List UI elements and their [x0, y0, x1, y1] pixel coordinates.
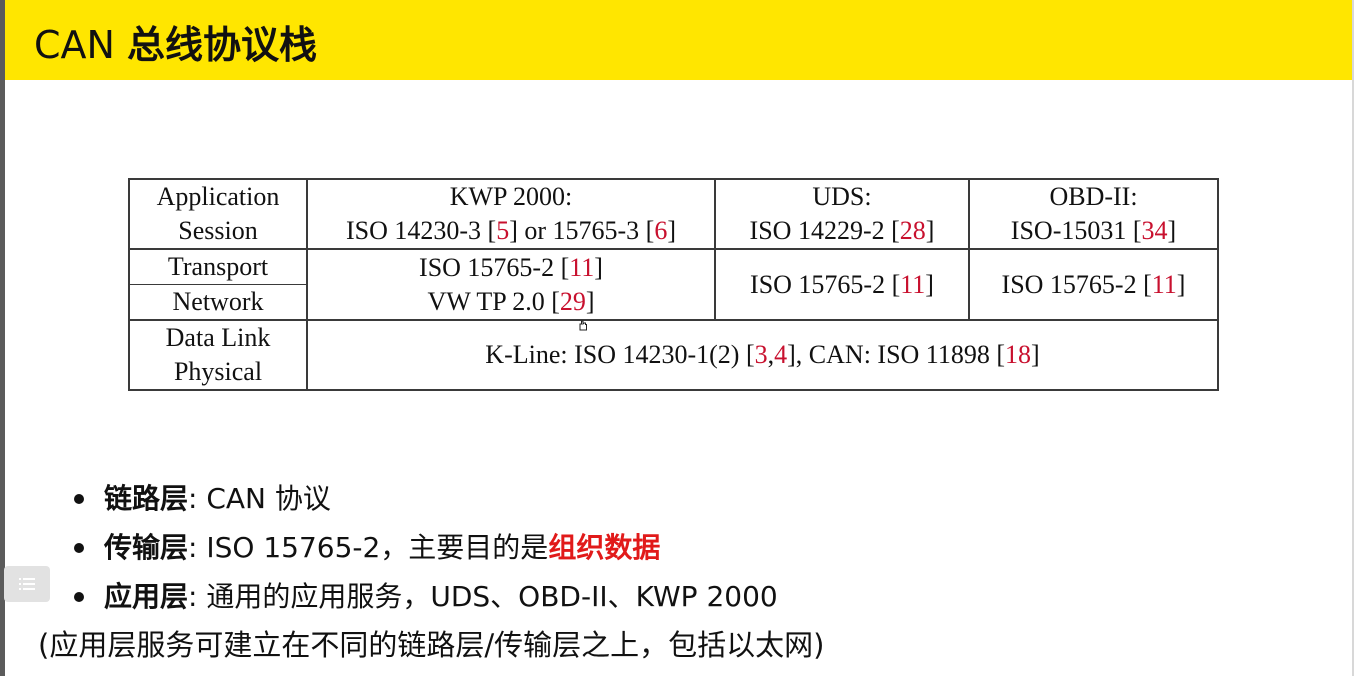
transport-kwp-line-2: VW TP 2.0 [29]	[308, 285, 714, 319]
bullet-list: 链路层: CAN 协议 传输层: ISO 15765-2，主要目的是 组织数据 应…	[74, 474, 778, 621]
transport-obd-text: ISO 15765-2 [	[1001, 269, 1152, 299]
transport-kwp-cell: ISO 15765-2 [11] VW TP 2.0 [29]	[306, 248, 716, 321]
datalink-text: ], CAN: ISO 11898 [	[787, 340, 1006, 369]
bullet-dot	[74, 493, 84, 504]
kwp-standard: ISO 14230-3 [5] or 15765-3 [6]	[308, 214, 714, 248]
list-icon	[19, 578, 35, 590]
transport-obd-text: ]	[1176, 269, 1186, 299]
bullet-dot	[74, 542, 84, 553]
citation-link[interactable]: 3	[755, 340, 768, 369]
layer-label-data-link: Data Link	[165, 323, 271, 352]
citation-link[interactable]: 29	[560, 287, 586, 316]
transport-kwp-text: ISO 15765-2 [	[419, 252, 570, 282]
kwp-cell: KWP 2000: ISO 14230-3 [5] or 15765-3 [6]	[306, 178, 716, 250]
bullet-dot	[74, 591, 84, 602]
transport-uds-text: ISO 15765-2 [	[750, 269, 901, 299]
obd-standard-text: ]	[1167, 216, 1177, 245]
transport-kwp-text: VW TP 2.0 [	[427, 286, 560, 316]
bullet-term: 传输层	[104, 530, 189, 564]
footnote: (应用层服务可建立在不同的链路层/传输层之上，包括以太网)	[38, 628, 825, 662]
citation-link[interactable]: 34	[1142, 216, 1168, 245]
obd-standard: ISO-15031 [34]	[970, 214, 1217, 248]
list-item: 应用层: 通用的应用服务，UDS、OBD-II、KWP 2000	[74, 572, 778, 621]
uds-standard: ISO 14229-2 [28]	[716, 214, 968, 248]
uds-header: UDS:	[812, 182, 872, 211]
hand-cursor-icon	[579, 320, 587, 331]
datalink-cell: K-Line: ISO 14230-1(2) [3,4], CAN: ISO 1…	[306, 319, 1219, 391]
transport-obd-cell: ISO 15765-2 [11]	[968, 248, 1219, 321]
layer-cell-datalink-physical: Data Link Physical	[128, 319, 308, 391]
citation-link[interactable]: 11	[1152, 270, 1177, 299]
layer-label-session: Session	[178, 216, 258, 245]
page-title-chinese: 总线协议栈	[127, 23, 318, 67]
page-title: CAN 总线协议栈	[34, 22, 317, 68]
obd-standard-text: ISO-15031 [	[1010, 216, 1142, 245]
uds-standard-text: ISO 14229-2 [	[749, 216, 900, 245]
citation-link[interactable]: 11	[900, 270, 925, 299]
layer-cell-network: Network	[128, 284, 308, 321]
bullet-term: 链路层	[104, 481, 189, 515]
citation-link[interactable]: 6	[654, 216, 667, 245]
layer-label-application: Application	[156, 182, 280, 211]
bullet-highlight: 组织数据	[548, 530, 661, 564]
transport-kwp-text: ]	[585, 286, 595, 316]
kwp-standard-text: ] or 15765-3 [	[509, 216, 655, 245]
kwp-standard-text: ]	[667, 216, 677, 245]
citation-link[interactable]: 11	[569, 253, 594, 282]
layer-label-transport: Transport	[167, 252, 269, 281]
protocol-stack-table: Application Session KWP 2000: ISO 14230-…	[128, 178, 1219, 391]
kwp-standard-text: ISO 14230-3 [	[345, 216, 497, 245]
bullet-text: : ISO 15765-2，主要目的是	[188, 530, 549, 564]
bullet-term: 应用层	[104, 579, 189, 613]
list-item: 链路层: CAN 协议	[74, 474, 778, 523]
list-item: 传输层: ISO 15765-2，主要目的是 组织数据	[74, 523, 778, 572]
layer-label-physical: Physical	[173, 357, 263, 386]
layer-cell-application-session: Application Session	[128, 178, 308, 250]
citation-link[interactable]: 18	[1005, 340, 1031, 369]
obd-header: OBD-II:	[1049, 182, 1138, 211]
page-title-latin: CAN	[34, 23, 128, 67]
bullet-text: : CAN 协议	[188, 481, 331, 515]
citation-link[interactable]: 5	[496, 216, 509, 245]
transport-kwp-text: ]	[594, 252, 603, 282]
layer-cell-transport: Transport	[128, 248, 308, 285]
transport-uds-cell: ISO 15765-2 [11]	[714, 248, 970, 321]
citation-link[interactable]: 4	[774, 340, 787, 369]
outline-toggle-button[interactable]	[4, 566, 50, 602]
uds-cell: UDS: ISO 14229-2 [28]	[714, 178, 970, 250]
citation-link[interactable]: 28	[900, 216, 926, 245]
uds-standard-text: ]	[925, 216, 935, 245]
bullet-text: : 通用的应用服务，UDS、OBD-II、KWP 2000	[188, 579, 778, 613]
datalink-text: ]	[1031, 340, 1040, 369]
obd-cell: OBD-II: ISO-15031 [34]	[968, 178, 1219, 250]
datalink-text: K-Line: ISO 14230-1(2) [	[485, 340, 755, 369]
transport-uds-text: ]	[925, 269, 934, 299]
transport-kwp-line-1: ISO 15765-2 [11]	[308, 251, 714, 285]
layer-label-network: Network	[172, 287, 264, 316]
kwp-header: KWP 2000:	[449, 182, 573, 211]
